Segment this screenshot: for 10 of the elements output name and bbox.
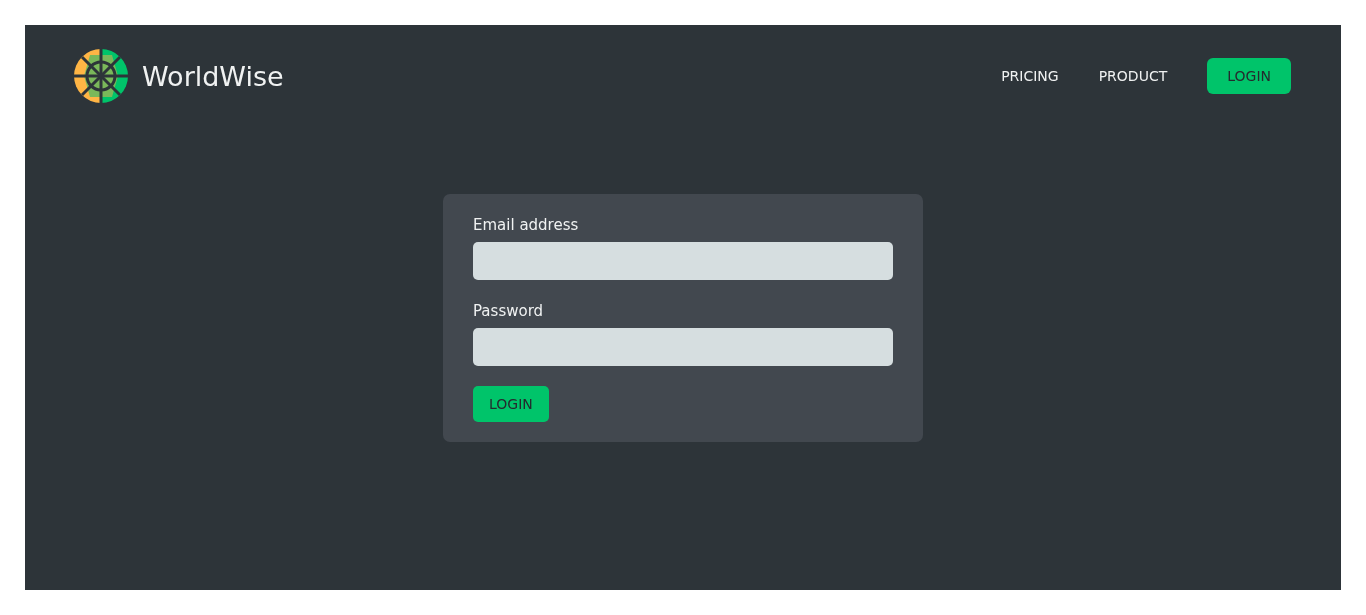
field-label: Password — [473, 302, 545, 320]
login-button[interactable]: LOGIN — [1207, 58, 1291, 94]
brand-name: WorldWise — [142, 60, 284, 92]
globe-logo-icon — [74, 49, 128, 103]
input-field[interactable] — [473, 242, 893, 280]
nav-link[interactable]: PRICING — [1001, 68, 1059, 84]
input-field[interactable] — [473, 328, 893, 366]
nav-link[interactable]: PRODUCT — [1098, 68, 1168, 84]
login-button[interactable]: LOGIN — [473, 386, 549, 422]
field-label: Email address — [473, 216, 580, 234]
